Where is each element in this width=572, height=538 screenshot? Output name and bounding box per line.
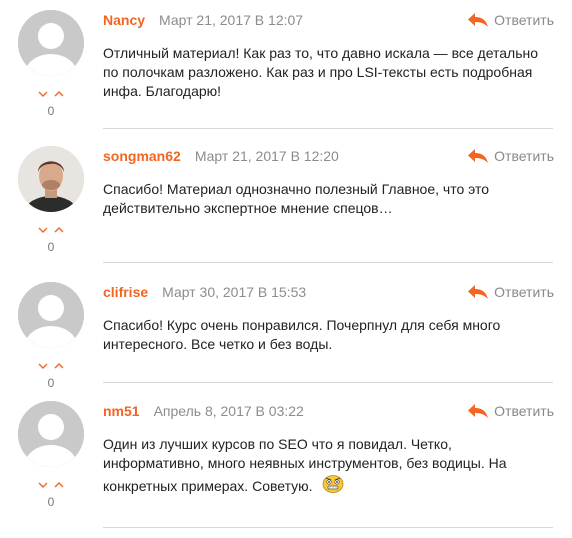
divider xyxy=(103,527,553,528)
comment-author[interactable]: Nancy xyxy=(103,12,145,28)
vote-up-icon[interactable] xyxy=(54,90,64,98)
reply-button[interactable]: Ответить xyxy=(467,146,554,166)
divider xyxy=(103,262,553,263)
comment-date: Апрель 8, 2017 В 03:22 xyxy=(153,403,304,419)
avatar[interactable] xyxy=(18,282,84,348)
reply-button[interactable]: Ответить xyxy=(467,282,554,302)
thinking-face-emoji-icon xyxy=(322,475,343,493)
reply-label: Ответить xyxy=(494,12,554,28)
comment-text: Один из лучших курсов по SEO что я повид… xyxy=(103,435,553,496)
divider xyxy=(103,382,553,383)
vote-up-icon[interactable] xyxy=(54,481,64,489)
vote-count: 0 xyxy=(47,104,55,118)
comment-author[interactable]: nm51 xyxy=(103,403,140,419)
reply-button[interactable]: Ответить xyxy=(467,401,554,421)
avatar[interactable] xyxy=(18,401,84,467)
vote-count: 0 xyxy=(47,240,55,254)
vote-up-icon[interactable] xyxy=(54,226,64,234)
vote-down-icon[interactable] xyxy=(38,362,48,370)
comment-author[interactable]: clifrise xyxy=(103,284,148,300)
user-photo-icon xyxy=(18,146,84,212)
avatar[interactable] xyxy=(18,10,84,76)
vote-down-icon[interactable] xyxy=(38,90,48,98)
default-avatar-icon xyxy=(18,10,84,76)
default-avatar-icon xyxy=(18,282,84,348)
vote-count: 0 xyxy=(47,376,55,390)
vote-up-icon[interactable] xyxy=(54,362,64,370)
reply-arrow-icon xyxy=(468,13,489,27)
comment-text-content: Один из лучших курсов по SEO что я повид… xyxy=(103,436,507,494)
reply-arrow-icon xyxy=(468,149,489,163)
comment-text: Спасибо! Материал однозначно полезный Гл… xyxy=(103,181,490,216)
reply-label: Ответить xyxy=(494,403,554,419)
comment-date: Март 21, 2017 В 12:20 xyxy=(194,148,339,164)
reply-arrow-icon xyxy=(468,285,489,299)
vote-down-icon[interactable] xyxy=(38,226,48,234)
comment-date: Март 21, 2017 В 12:07 xyxy=(159,12,304,28)
comment-date: Март 30, 2017 В 15:53 xyxy=(162,284,307,300)
vote-count: 0 xyxy=(47,495,55,509)
reply-arrow-icon xyxy=(468,404,489,418)
divider xyxy=(103,128,553,129)
vote-down-icon[interactable] xyxy=(38,481,48,489)
default-avatar-icon xyxy=(18,401,84,467)
comment-text: Спасибо! Курс очень понравился. Почерпну… xyxy=(103,317,501,352)
avatar[interactable] xyxy=(18,146,84,212)
reply-button[interactable]: Ответить xyxy=(467,10,554,30)
comment-text: Отличный материал! Как раз то, что давно… xyxy=(103,45,539,99)
comment-author[interactable]: songman62 xyxy=(103,148,181,164)
reply-label: Ответить xyxy=(494,148,554,164)
reply-label: Ответить xyxy=(494,284,554,300)
comments-list: 0 Nancy Март 21, 2017 В 12:07 Ответить О… xyxy=(0,0,572,538)
